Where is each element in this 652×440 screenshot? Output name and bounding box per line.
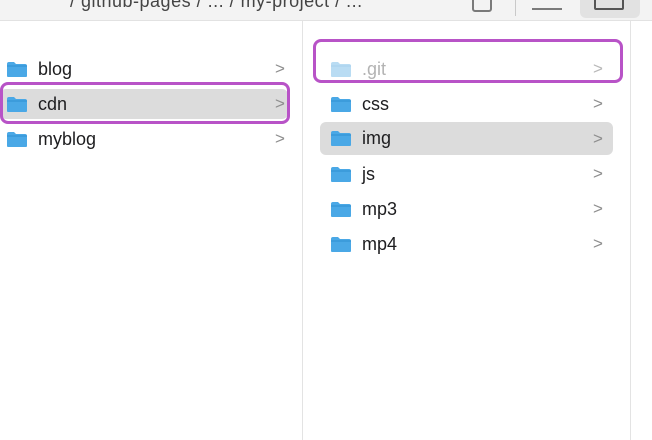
finder-toolbar: / github-pages / ... / my-project / ...	[0, 0, 652, 21]
folder-row-mp3[interactable]: mp3 >	[330, 194, 606, 224]
folder-row-img[interactable]: img >	[320, 122, 613, 155]
chevron-right-icon: >	[593, 234, 603, 253]
chevron-right-icon: >	[593, 59, 603, 78]
folder-label: css	[362, 93, 389, 114]
chevron-right-icon: >	[593, 94, 603, 113]
toolbar-divider	[515, 0, 516, 16]
folder-label: mp4	[362, 233, 398, 254]
chevron-right-icon: >	[593, 199, 603, 218]
finder-column-1[interactable]: blog > cdn > myblog >	[0, 21, 303, 440]
folder-row-cdn[interactable]: cdn >	[0, 89, 288, 119]
folder-row-myblog[interactable]: myblog >	[6, 124, 288, 154]
chevron-right-icon: >	[593, 128, 603, 148]
folder-row-css[interactable]: css >	[330, 89, 606, 119]
path-bar: / github-pages / ... / my-project / ...	[70, 0, 363, 11]
chevron-right-icon: >	[593, 164, 603, 183]
folder-icon	[331, 61, 351, 77]
folder-icon	[331, 131, 351, 146]
folder-label: cdn	[38, 93, 68, 114]
finder-column-3[interactable]	[631, 21, 652, 440]
folder-label: blog	[38, 58, 73, 79]
folder-label: mp3	[362, 198, 398, 219]
column-view-icon	[594, 0, 624, 10]
folder-icon	[331, 201, 351, 217]
folder-icon	[7, 131, 27, 147]
column-view-button[interactable]	[580, 0, 640, 18]
folder-row-git[interactable]: .git >	[330, 54, 606, 84]
folder-label: js	[362, 163, 375, 184]
chevron-right-icon: >	[275, 129, 285, 148]
finder-column-2[interactable]: .git > css > img > js > mp3 > mp4 >	[303, 21, 631, 440]
folder-icon	[331, 96, 351, 112]
chevron-right-icon: >	[275, 59, 285, 78]
folder-row-blog[interactable]: blog >	[6, 54, 288, 84]
folder-icon	[331, 236, 351, 252]
folder-icon	[7, 61, 27, 77]
folder-label: img	[362, 128, 392, 148]
folder-icon	[331, 166, 351, 182]
chevron-right-icon: >	[275, 94, 285, 113]
view-toggle-icon[interactable]	[472, 0, 492, 12]
folder-label: .git	[362, 58, 387, 79]
folder-label: myblog	[38, 128, 97, 149]
folder-icon	[7, 96, 27, 112]
list-view-icon[interactable]	[532, 0, 562, 10]
folder-row-mp4[interactable]: mp4 >	[330, 229, 606, 259]
folder-row-js[interactable]: js >	[330, 159, 606, 189]
